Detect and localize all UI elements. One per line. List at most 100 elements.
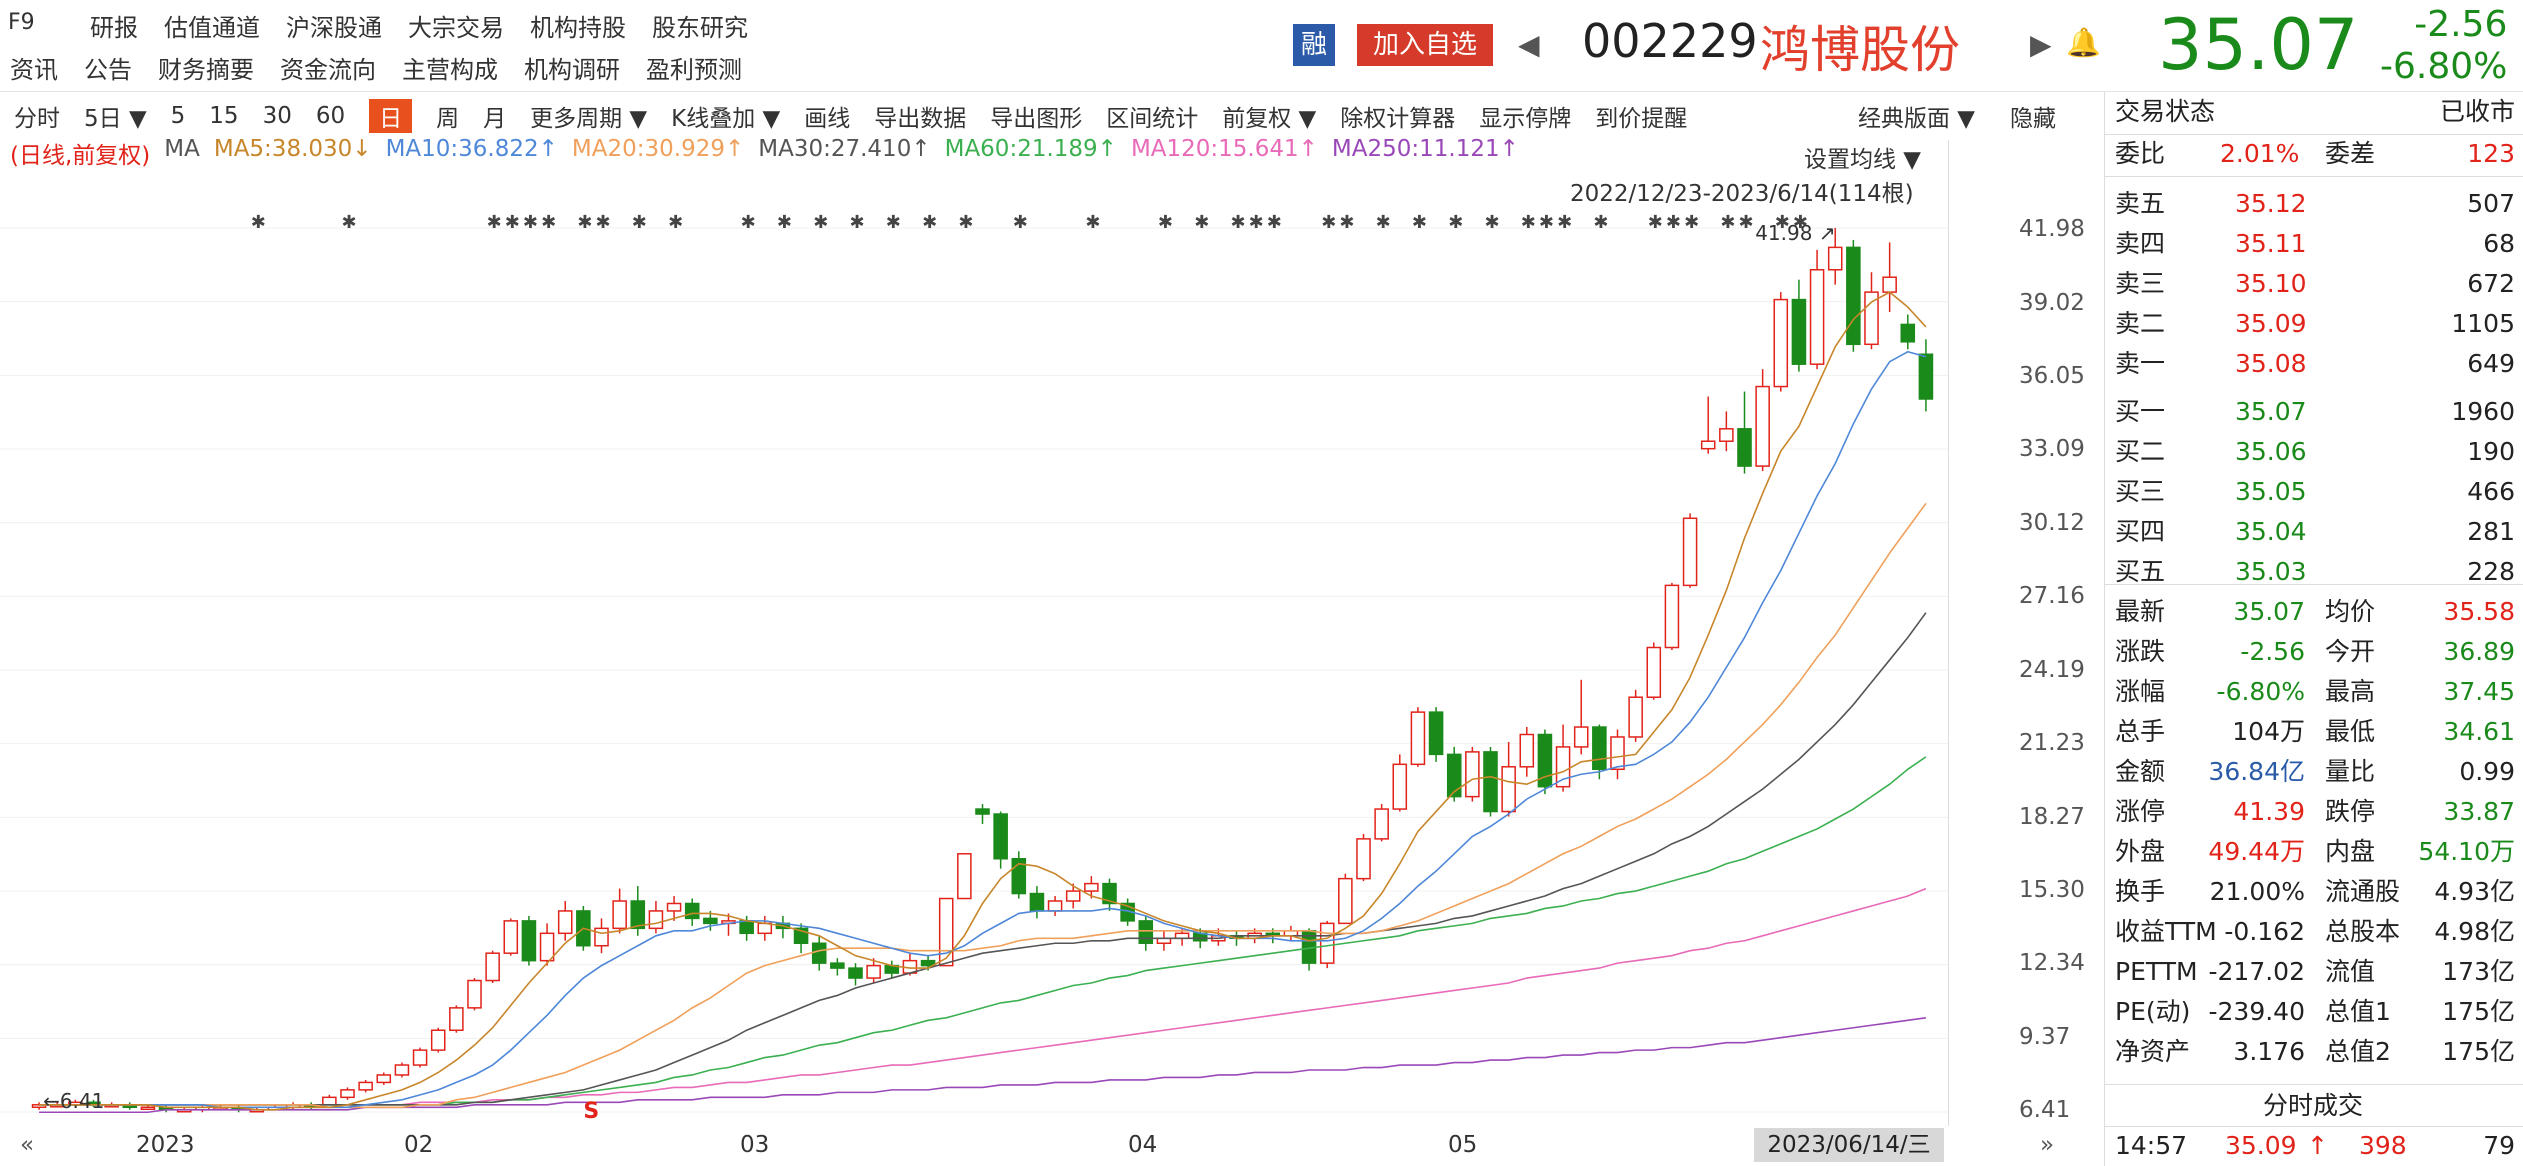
candle[interactable] [1809,249,1825,370]
nav-fund-flow[interactable]: 资金流向 [280,50,376,85]
candle[interactable] [1483,746,1498,817]
candle[interactable] [793,923,809,954]
event-marker[interactable]: ✱ [541,212,556,233]
candle[interactable] [630,886,646,936]
event-marker[interactable]: ✱ [668,212,683,233]
candle[interactable] [1138,915,1154,951]
tb-hide[interactable]: 隐藏 [2010,99,2056,133]
candle[interactable] [1102,878,1117,911]
candle[interactable] [1773,292,1789,392]
event-marker[interactable]: ✱ [958,212,973,233]
candle[interactable] [1065,883,1081,909]
tb-daily[interactable]: 日 [369,99,413,133]
event-marker[interactable]: ✱ [1231,212,1246,233]
event-marker[interactable]: ✱ [886,212,901,233]
candle[interactable] [412,1047,428,1068]
event-marker[interactable]: ✱ [1485,212,1500,233]
tb-draw[interactable]: 画线 [804,99,850,133]
event-marker[interactable]: ✱ [505,212,520,233]
nav-business[interactable]: 主营构成 [402,50,498,85]
event-marker[interactable]: ✱ [577,212,592,233]
kline-svg[interactable]: 41.98 ↗←6.41 S✱ ✱ ✱ ✱ ✱ ✱ ✱ ✱ ✱ ✱ ✱ ✱ ✱ ✱ ✱ ✱ ✱ ✱ ✱ ✱ ✱ ✱ ✱ ✱ ✱ ✱ ✱… [0,140,1948,1126]
candle[interactable] [1519,727,1535,777]
candle[interactable] [1410,707,1426,767]
tb-adjust[interactable]: 前复权 ▼ [1222,99,1316,133]
nav-forecast[interactable]: 盈利预测 [646,50,742,85]
nav-inst-research[interactable]: 机构调研 [524,50,620,85]
tb-show-halt[interactable]: 显示停牌 [1479,99,1571,133]
event-marker[interactable]: ✱ [1194,212,1209,233]
candle[interactable] [1047,896,1063,916]
candle[interactable] [684,898,700,926]
scroll-right-icon[interactable]: » [2040,1132,2054,1158]
event-marker[interactable]: ✱ [1321,212,1336,233]
candle[interactable] [757,915,773,941]
candle[interactable] [1392,754,1408,812]
nav-block-trade[interactable]: 大宗交易 [408,8,504,43]
candle[interactable] [1628,689,1643,742]
tb-price-alert[interactable]: 到价提醒 [1595,99,1687,133]
tb-5min[interactable]: 5 [171,103,186,129]
bid-row[interactable]: 买五 35.03 228 [2115,552,2515,592]
candle[interactable] [1356,833,1371,882]
next-stock-icon[interactable]: ▶ [2030,28,2052,61]
ask-row[interactable]: 卖一 35.08 649 [2115,344,2515,384]
candle[interactable] [1428,707,1444,762]
candle[interactable] [1846,239,1861,352]
add-favorite-button[interactable]: 加入自选 [1357,24,1493,66]
tb-monthly[interactable]: 月 [483,99,506,133]
candle[interactable] [1446,746,1462,802]
candle[interactable] [358,1079,373,1093]
event-marker[interactable]: ✱ [523,212,538,233]
event-marker[interactable]: ✱ [1775,212,1790,233]
candle[interactable] [1918,339,1934,412]
candle[interactable] [884,960,900,979]
tb-60min[interactable]: 60 [316,103,345,129]
event-marker[interactable]: ✱ [1085,212,1100,233]
event-marker[interactable]: ✱ [1720,212,1735,233]
ask-row[interactable]: 卖三 35.10 672 [2115,264,2515,304]
event-marker[interactable]: ✱ [487,212,502,233]
candle[interactable] [1900,314,1916,350]
candle[interactable] [1719,411,1734,452]
scroll-left-icon[interactable]: « [20,1132,34,1158]
candle[interactable] [1737,391,1752,474]
candle[interactable] [1610,729,1625,780]
candle[interactable] [1755,369,1770,472]
kline-chart-area[interactable]: 41.98 ↗ ←6.41 S ✱ ✱ ✱ ✱ ✱ ✱ ✱ ✱ ✱ ✱ ✱ ✱ ✱ ✱ ✱ ✱ ✱ ✱ ✱ ✱ ✱ ✱ ✱ ✱ ✱ ✱ ✱… [0,140,2105,1166]
nav-shareholder[interactable]: 股东研究 [652,8,748,43]
tb-export-data[interactable]: 导出数据 [874,99,966,133]
event-marker[interactable]: ✱ [1557,212,1572,233]
event-marker[interactable]: ✱ [850,212,865,233]
event-marker[interactable]: ✱ [1158,212,1173,233]
candle[interactable] [975,804,990,824]
candle[interactable] [1156,930,1172,951]
candle[interactable] [1573,679,1589,755]
candle[interactable] [1537,729,1553,795]
event-marker[interactable]: ✱ [741,212,756,233]
candle[interactable] [1646,642,1662,700]
candle[interactable] [394,1062,410,1078]
event-marker[interactable]: ✱ [1793,212,1808,233]
event-marker[interactable]: ✱ [1013,212,1028,233]
tb-rights-calc[interactable]: 除权计算器 [1340,99,1455,133]
candle[interactable] [430,1027,446,1053]
event-marker[interactable]: ✱ [1648,212,1663,233]
ask-row[interactable]: 卖四 35.11 68 [2115,224,2515,264]
tb-k-overlay[interactable]: K线叠加 ▼ [671,99,780,133]
candle[interactable] [503,918,519,956]
tb-5day[interactable]: 5日 ▼ [84,99,147,133]
candle[interactable] [1338,873,1353,925]
candle[interactable] [1791,279,1807,372]
candle[interactable] [938,897,954,967]
event-marker[interactable]: ✱ [1249,212,1264,233]
event-marker[interactable]: ✱ [922,212,937,233]
tb-export-image[interactable]: 导出图形 [990,99,1082,133]
event-marker[interactable]: ✱ [1412,212,1427,233]
event-marker[interactable]: ✱ [1593,212,1608,233]
nav-notice[interactable]: 公告 [84,50,132,85]
candle[interactable] [848,963,863,986]
candle[interactable] [612,888,627,934]
bid-row[interactable]: 买四 35.04 281 [2115,512,2515,552]
event-marker[interactable]: ✱ [596,212,611,233]
